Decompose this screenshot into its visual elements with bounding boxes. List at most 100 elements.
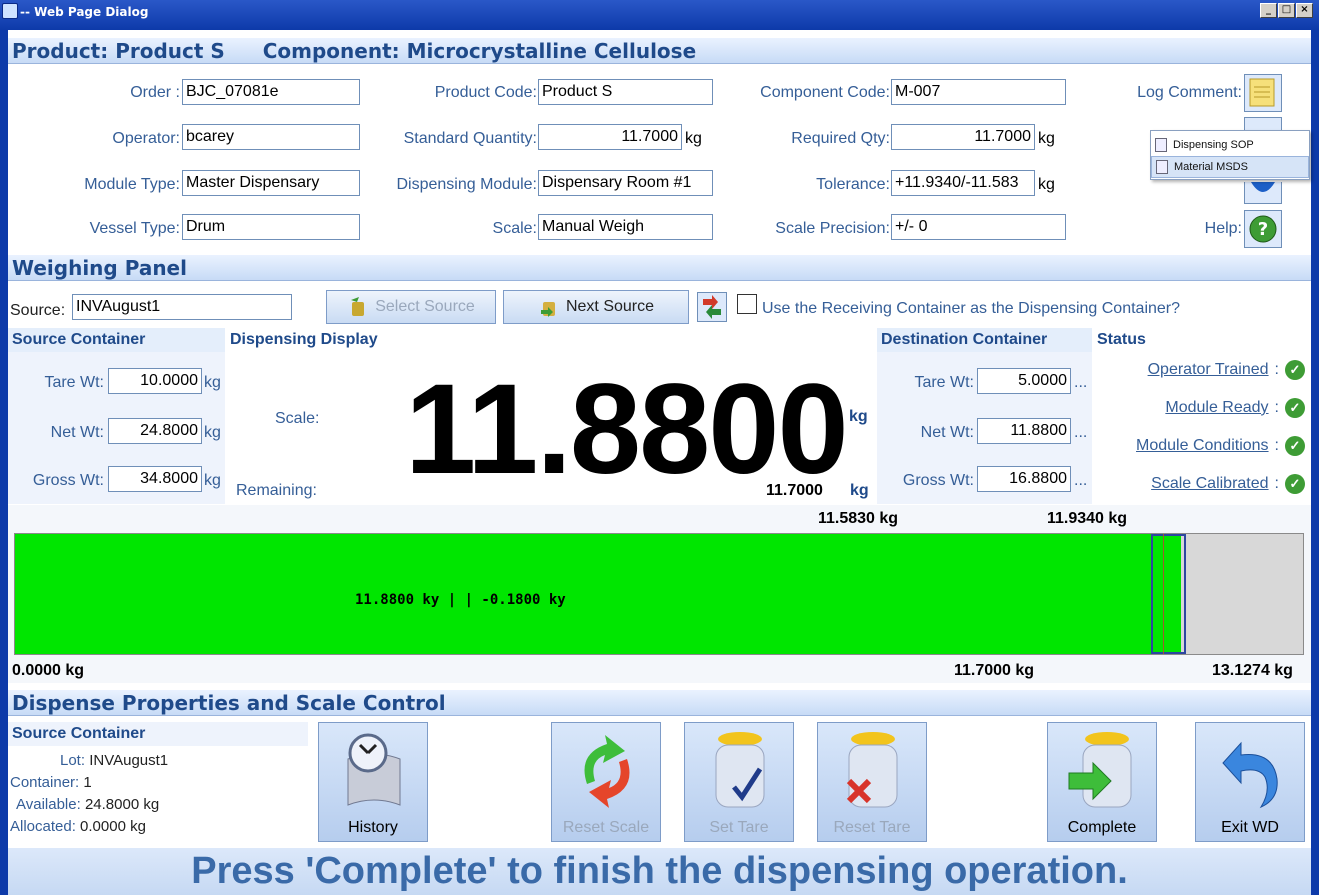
status-module-conditions-link[interactable]: Module Conditions xyxy=(1136,437,1269,455)
target-marker xyxy=(1162,534,1164,654)
dest-gross-field[interactable]: 16.8800 xyxy=(977,466,1071,492)
menu-item-dispensing-sop[interactable]: Dispensing SOP xyxy=(1151,134,1309,156)
status-header: Status xyxy=(1093,328,1311,352)
exit-wd-button[interactable]: Exit WD xyxy=(1195,722,1305,842)
dispense-progress-fill xyxy=(15,534,1181,654)
receiving-container-question: Use the Receiving Container as the Dispe… xyxy=(762,300,1181,317)
status-scale-calibrated-link[interactable]: Scale Calibrated xyxy=(1151,475,1268,493)
product-code-label: Product Code: xyxy=(434,84,537,101)
scale-label: Scale: xyxy=(492,220,537,237)
component-code-label: Component Code: xyxy=(760,84,890,101)
close-button[interactable]: × xyxy=(1296,3,1313,18)
check-icon: ✓ xyxy=(1285,474,1305,494)
progress-text: 11.8800 ky | | -0.1800 ky xyxy=(355,592,566,608)
status-module-ready-link[interactable]: Module Ready xyxy=(1165,399,1268,417)
log-comment-label: Log Comment: xyxy=(1137,84,1242,101)
scale-reading-unit: kg xyxy=(849,408,868,425)
status-operator-trained: Operator Trained: ✓ xyxy=(1148,360,1305,380)
dispense-source-container-header: Source Container xyxy=(8,722,308,746)
dispensing-display-header: Dispensing Display xyxy=(226,328,876,352)
source-input[interactable]: INVAugust1 xyxy=(72,294,292,320)
help-icon[interactable]: ? xyxy=(1244,210,1282,248)
document-icon xyxy=(1156,160,1168,174)
history-button[interactable]: History xyxy=(318,722,428,842)
destination-container-header: Destination Container xyxy=(877,328,1092,352)
log-comment-icon[interactable] xyxy=(1244,74,1282,112)
required-qty-unit: kg xyxy=(1038,130,1055,147)
module-type-label: Module Type: xyxy=(84,176,180,193)
swap-icon[interactable] xyxy=(697,292,727,322)
check-icon: ✓ xyxy=(1285,436,1305,456)
operator-label: Operator: xyxy=(112,130,180,147)
jar-arrow-icon xyxy=(1068,732,1132,808)
next-source-button[interactable]: Next Source xyxy=(503,290,689,324)
check-icon: ✓ xyxy=(1285,360,1305,380)
dest-tare-more[interactable]: ... xyxy=(1074,374,1087,392)
standard-quantity-unit: kg xyxy=(685,130,702,147)
target-label: 11.7000 kg xyxy=(954,662,1035,679)
scale-precision-field[interactable]: +/- 0 xyxy=(891,214,1066,240)
source-container-header: Source Container xyxy=(8,328,225,352)
window-title-bar: -- Web Page Dialog _ □ × xyxy=(0,0,1319,30)
minimize-button[interactable]: _ xyxy=(1260,3,1277,18)
info-icon[interactable] xyxy=(1244,182,1282,204)
reset-scale-button[interactable]: Reset Scale xyxy=(551,722,661,842)
dispense-progress-bar: 11.8800 ky | | -0.1800 ky xyxy=(14,533,1304,655)
maximize-button[interactable]: □ xyxy=(1278,3,1295,18)
set-tare-button[interactable]: Set Tare xyxy=(684,722,794,842)
jar-arrow-icon xyxy=(351,297,365,316)
scale-field[interactable]: Manual Weigh xyxy=(538,214,713,240)
order-field[interactable]: BJC_07081e xyxy=(182,79,360,105)
status-operator-trained-link[interactable]: Operator Trained xyxy=(1148,361,1269,379)
standard-quantity-field[interactable]: 11.7000 xyxy=(538,124,682,150)
documents-popup-menu: Dispensing SOP Material MSDS xyxy=(1150,130,1310,180)
progress-min-label: 0.0000 kg xyxy=(12,662,85,679)
source-net-label: Net Wt: xyxy=(50,424,104,441)
required-qty-field[interactable]: 11.7000 xyxy=(891,124,1035,150)
reset-tare-button[interactable]: Reset Tare xyxy=(817,722,927,842)
svg-text:?: ? xyxy=(1258,219,1268,240)
remaining-caption: Remaining: xyxy=(236,482,317,499)
component-title: Component: Microcrystalline Cellulose xyxy=(262,39,697,63)
source-net-unit: kg xyxy=(204,424,221,441)
source-gross-field[interactable]: 34.8000 xyxy=(108,466,202,492)
check-icon: ✓ xyxy=(1285,398,1305,418)
lot-label: Lot: xyxy=(60,752,86,769)
dest-net-field[interactable]: 11.8800 xyxy=(977,418,1071,444)
tolerance-field[interactable]: +11.9340/-11.583 xyxy=(891,170,1035,196)
dest-tare-field[interactable]: 5.0000 xyxy=(977,368,1071,394)
available-label: Available: xyxy=(16,796,81,813)
source-tare-field[interactable]: 10.0000 xyxy=(108,368,202,394)
vessel-type-field[interactable]: Drum xyxy=(182,214,360,240)
high-tolerance-label: 11.9340 kg xyxy=(1047,510,1128,527)
dispense-properties-header: Dispense Properties and Scale Control xyxy=(8,690,1311,716)
module-type-field[interactable]: Master Dispensary xyxy=(182,170,360,196)
remaining-value: 11.7000 xyxy=(766,482,823,499)
receiving-container-checkbox[interactable] xyxy=(737,294,757,314)
reset-arrows-icon xyxy=(584,735,630,808)
history-scroll-icon xyxy=(347,733,401,806)
select-source-button[interactable]: Select Source xyxy=(326,290,496,324)
operator-field[interactable]: bcarey xyxy=(182,124,360,150)
available-value: 24.8000 kg xyxy=(84,796,160,813)
source-gross-unit: kg xyxy=(204,472,221,489)
component-code-field[interactable]: M-007 xyxy=(891,79,1066,105)
dest-net-more[interactable]: ... xyxy=(1074,424,1087,442)
dest-net-label: Net Wt: xyxy=(920,424,974,441)
complete-button[interactable]: Complete xyxy=(1047,722,1157,842)
product-code-field[interactable]: Product S xyxy=(538,79,713,105)
dispensing-module-field[interactable]: Dispensary Room #1 xyxy=(538,170,713,196)
source-net-field[interactable]: 24.8000 xyxy=(108,418,202,444)
scale-precision-label: Scale Precision: xyxy=(775,220,890,237)
menu-item-material-msds[interactable]: Material MSDS xyxy=(1151,156,1309,178)
container-value: 1 xyxy=(83,774,92,791)
source-gross-label: Gross Wt: xyxy=(32,472,104,489)
source-tare-label: Tare Wt: xyxy=(44,374,104,391)
dest-gross-more[interactable]: ... xyxy=(1074,472,1087,490)
tolerance-unit: kg xyxy=(1038,176,1055,193)
allocated-value: 0.0000 kg xyxy=(80,818,146,835)
allocated-label: Allocated: xyxy=(10,818,76,835)
document-icon[interactable] xyxy=(1244,117,1282,131)
window-frame-left xyxy=(0,30,8,895)
low-tolerance-label: 11.5830 kg xyxy=(818,510,899,527)
